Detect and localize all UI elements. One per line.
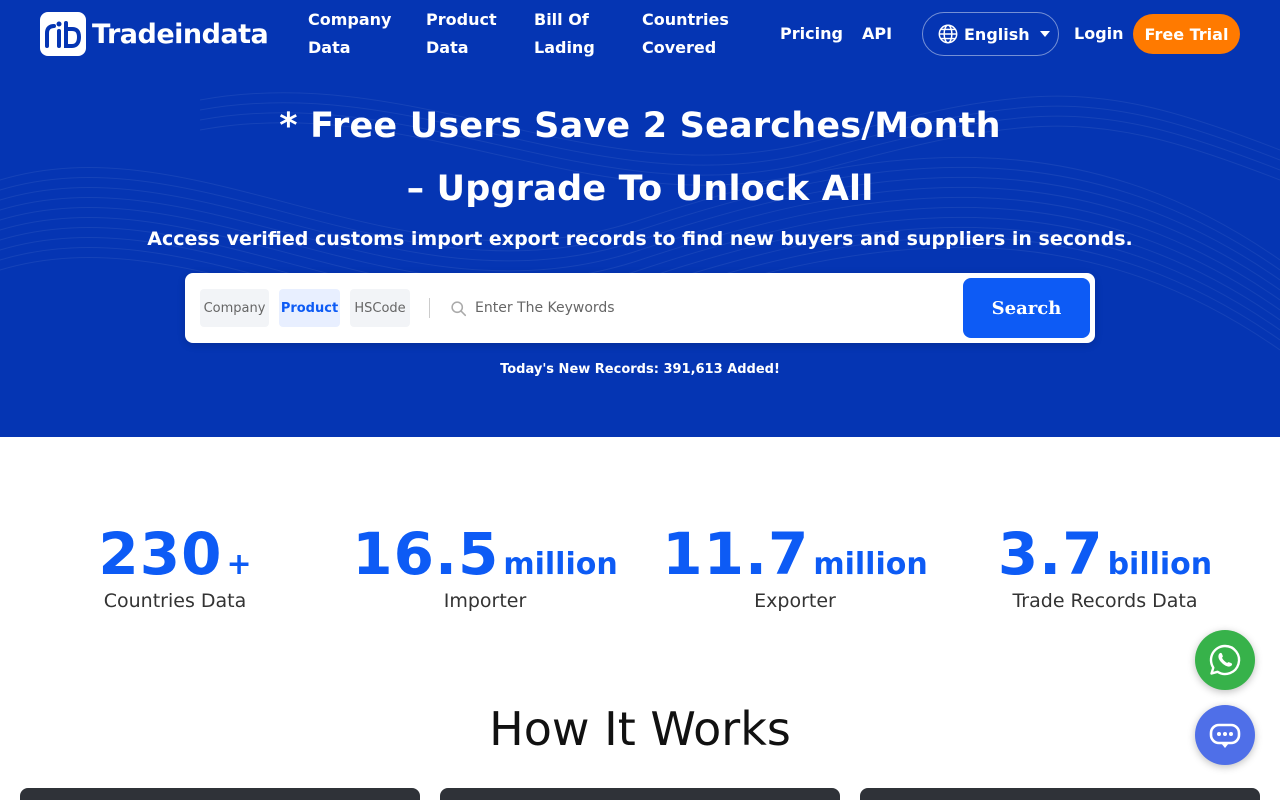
- hero-section: Tradeindata Company Data Product Data Bi…: [0, 0, 1280, 437]
- stat-number: 11.7 million: [645, 520, 945, 588]
- new-records-text: Today's New Records: 391,613 Added!: [500, 362, 780, 377]
- search-tab-hscode[interactable]: HSCode: [350, 289, 410, 327]
- search-tab-company[interactable]: Company: [200, 289, 269, 327]
- stat-unit: million: [503, 547, 618, 582]
- chat-bot-button[interactable]: [1195, 705, 1255, 765]
- stat-unit: billion: [1107, 547, 1213, 582]
- stat-value: 11.7: [662, 520, 810, 588]
- nav-company-data[interactable]: Company Data: [308, 6, 391, 62]
- nav-countries-covered[interactable]: Countries Covered: [642, 6, 729, 62]
- how-it-works-title: How It Works: [489, 702, 791, 756]
- chat-bot-icon: [1209, 723, 1241, 748]
- stat-label: Trade Records Data: [1012, 590, 1198, 612]
- chevron-down-icon: [1039, 31, 1050, 37]
- stat-trade-records: 3.7 billion Trade Records Data: [955, 520, 1255, 612]
- how-it-works-card-1[interactable]: [20, 788, 420, 800]
- stat-value: 16.5: [352, 520, 500, 588]
- hero-subline: Access verified customs import export re…: [147, 228, 1133, 250]
- login-link[interactable]: Login: [1074, 20, 1124, 48]
- stat-value: 3.7: [997, 520, 1104, 588]
- nav-pricing[interactable]: Pricing: [780, 20, 843, 48]
- brand-logo[interactable]: Tradeindata: [40, 12, 269, 56]
- stat-unit: +: [226, 547, 252, 582]
- nav-product-data-line2: Data: [426, 38, 469, 57]
- tid-logo-icon: [40, 12, 86, 56]
- stat-exporter: 11.7 million Exporter: [645, 520, 945, 612]
- stat-label: Exporter: [754, 590, 836, 612]
- brand-name: Tradeindata: [92, 18, 269, 50]
- search-tab-product[interactable]: Product: [279, 289, 340, 327]
- nav-company-data-line2: Data: [308, 38, 351, 57]
- whatsapp-button[interactable]: [1195, 630, 1255, 690]
- free-trial-button[interactable]: Free Trial: [1133, 14, 1240, 54]
- stat-number: 16.5 million: [335, 520, 635, 588]
- stat-label: Countries Data: [103, 590, 247, 612]
- search-divider: [429, 298, 430, 318]
- hero-headline-line2: – Upgrade To Unlock All: [406, 169, 874, 209]
- nav-product-data[interactable]: Product Data: [426, 6, 497, 62]
- hero-headline-line1: * Free Users Save 2 Searches/Month: [279, 106, 1001, 146]
- nav-product-data-line1: Product: [426, 10, 497, 29]
- language-label: English: [964, 24, 1030, 44]
- stat-countries: 230 + Countries Data: [25, 520, 325, 612]
- nav-api[interactable]: API: [862, 20, 892, 48]
- search-icon: [451, 301, 467, 317]
- nav-bill-of-lading[interactable]: Bill Of Lading: [534, 6, 595, 62]
- globe-icon: [938, 24, 958, 44]
- whatsapp-icon: [1209, 644, 1241, 676]
- nav-bill-of-lading-line2: Lading: [534, 38, 595, 57]
- nav-bill-of-lading-line1: Bill Of: [534, 10, 589, 29]
- search-button[interactable]: Search: [963, 278, 1090, 338]
- how-it-works-card-2[interactable]: [440, 788, 840, 800]
- stat-importer: 16.5 million Importer: [335, 520, 635, 612]
- stat-value: 230: [98, 520, 223, 588]
- stat-number: 230 +: [25, 520, 325, 588]
- search-box: Company Product HSCode Search: [185, 273, 1095, 343]
- stat-unit: million: [813, 547, 928, 582]
- stat-number: 3.7 billion: [955, 520, 1255, 588]
- stat-label: Importer: [443, 590, 527, 612]
- language-selector[interactable]: English: [922, 12, 1059, 56]
- nav-countries-covered-line1: Countries: [642, 10, 729, 29]
- nav-countries-covered-line2: Covered: [642, 38, 717, 57]
- search-input[interactable]: [475, 293, 935, 323]
- nav-company-data-line1: Company: [308, 10, 392, 29]
- how-it-works-card-3[interactable]: [860, 788, 1260, 800]
